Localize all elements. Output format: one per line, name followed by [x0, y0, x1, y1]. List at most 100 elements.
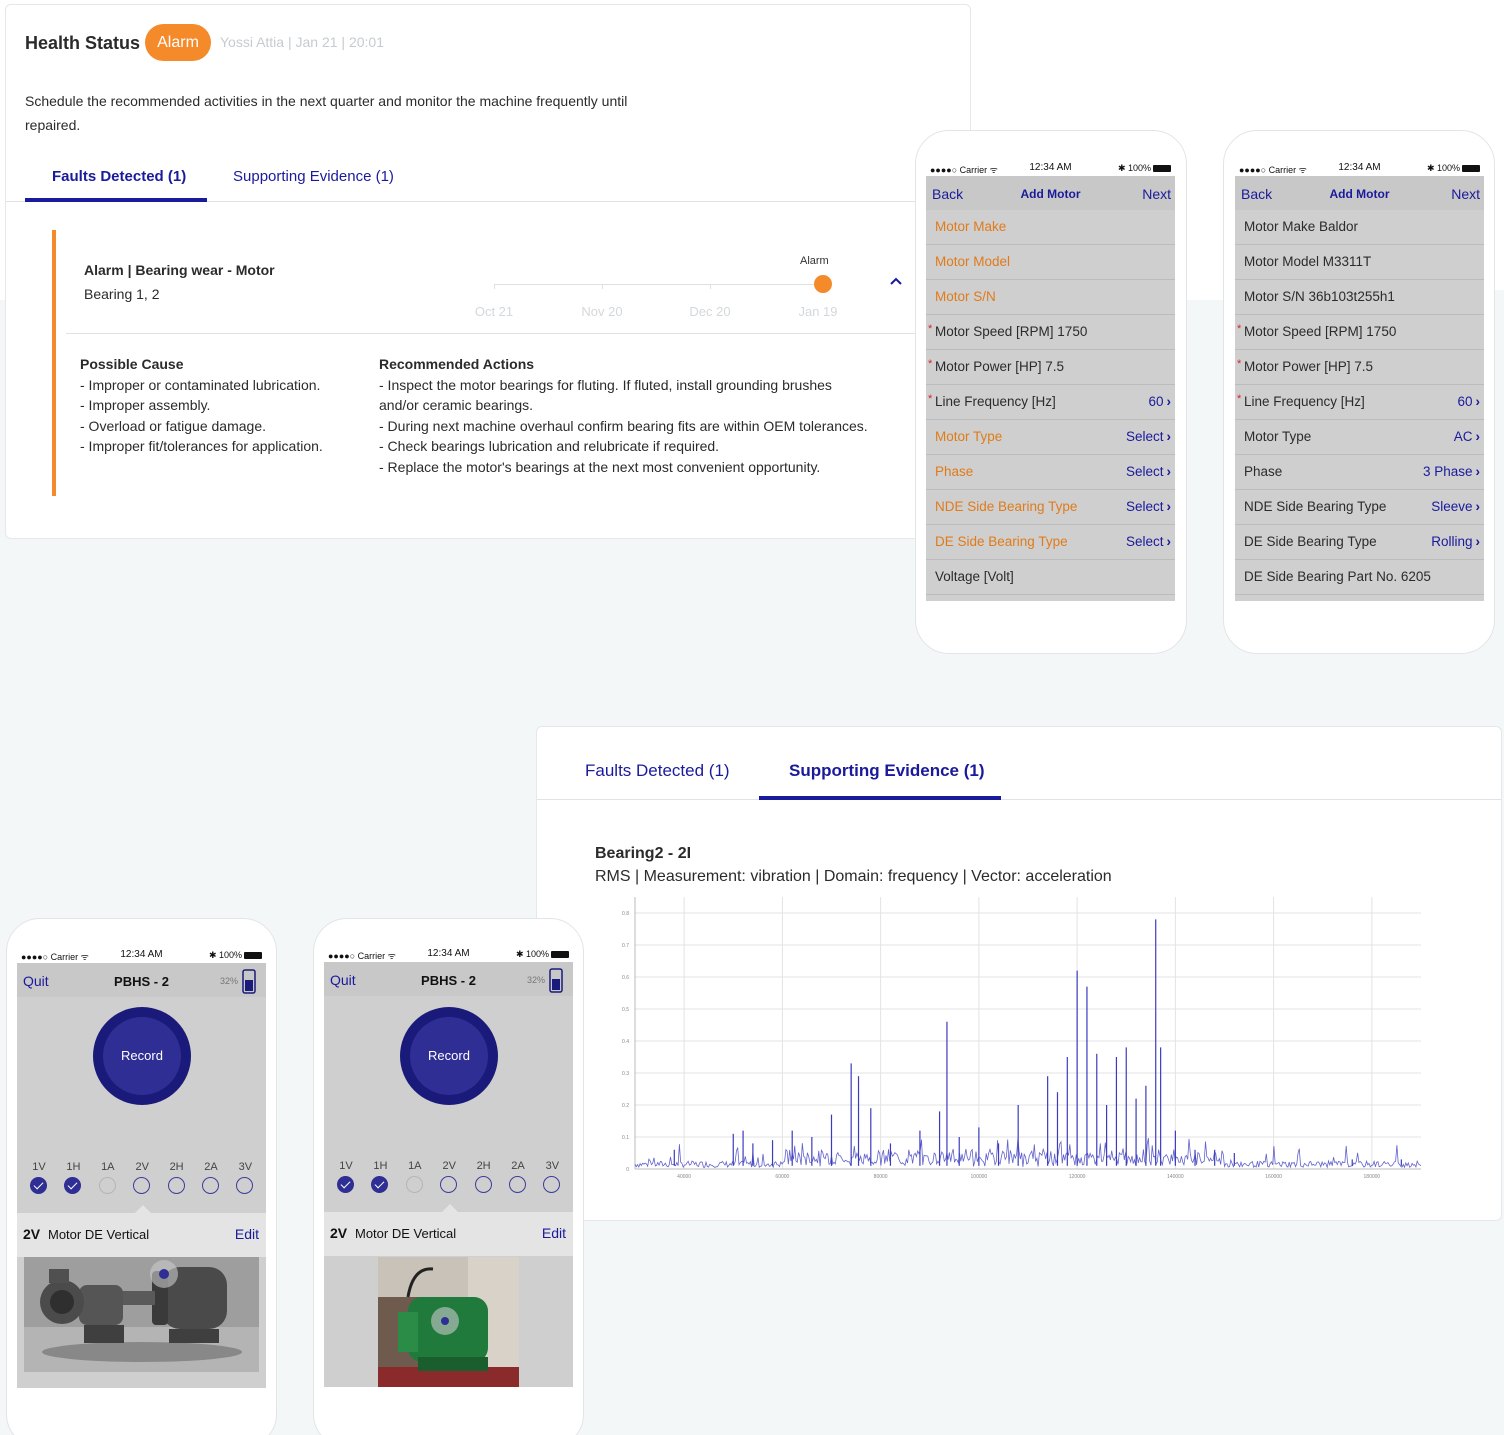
form-row-value[interactable]: Select ›	[1126, 429, 1171, 444]
form-row-value[interactable]: 60 ›	[1457, 394, 1480, 409]
action-item: - Replace the motor's bearings at the ne…	[379, 458, 821, 475]
chart-y-tick: 0.3	[622, 1071, 629, 1077]
form-row[interactable]: Voltage [Volt]	[926, 560, 1175, 595]
chevron-right-icon: ›	[1475, 394, 1481, 409]
form-row[interactable]: Motor Make Baldor	[1235, 210, 1484, 245]
channel-1v-radio[interactable]	[337, 1176, 354, 1193]
chart-x-tick: 60000	[775, 1174, 789, 1180]
health-status-card: Health Status Alarm Yossi Attia | Jan 21…	[5, 4, 971, 539]
form-row-value-text: Select	[1125, 499, 1164, 514]
fault-panel: Alarm | Bearing wear - Motor Bearing 1, …	[52, 230, 970, 496]
form-row-label: NDE Side Bearing Type	[935, 499, 1078, 514]
form-row[interactable]: * Line Frequency [Hz] 60 ›	[1235, 385, 1484, 420]
chart-x-tick: 80000	[874, 1174, 888, 1180]
form-row[interactable]: * Line Frequency [Hz] 60 ›	[926, 385, 1175, 420]
form-row[interactable]: * Motor Speed [RPM] 1750	[1235, 315, 1484, 350]
form-row-value[interactable]: Select ›	[1126, 464, 1171, 479]
required-asterisk-icon: *	[1237, 358, 1242, 370]
status-bar: ●●●●○ Carrier ᯤ 12:34 AM ✱ 100%	[324, 946, 573, 962]
channel-1a-radio[interactable]	[98, 1177, 116, 1194]
form-row-value[interactable]: 60 ›	[1148, 394, 1171, 409]
required-asterisk-icon: *	[928, 358, 933, 370]
channel-3v-radio[interactable]	[543, 1176, 561, 1193]
phone-screen: ●●●●○ Carrier ᯤ 12:34 AM ✱ 100% Quit PBH…	[17, 947, 266, 1388]
phone-screen: ●●●●○ Carrier ᯤ 12:34 AM ✱ 100% Quit PBH…	[324, 946, 573, 1387]
channel-2a-radio[interactable]	[509, 1176, 526, 1193]
channel-pointer	[135, 1205, 151, 1213]
channel-label: 1V	[32, 1161, 46, 1173]
battery-status: ✱ 100%	[1427, 163, 1480, 174]
channel-label: 2V	[135, 1161, 149, 1173]
tab-supporting-evidence[interactable]: Supporting Evidence (1)	[789, 761, 985, 781]
channel-2h-radio[interactable]	[167, 1177, 185, 1194]
cause-item: - Improper or contaminated lubrication.	[80, 376, 321, 393]
cause-item: - Improper fit/tolerances for applicatio…	[80, 438, 323, 455]
form-row[interactable]: Motor S/N	[926, 280, 1175, 315]
timeline-line	[494, 284, 824, 285]
tab-faults-detected[interactable]: Faults Detected (1)	[52, 168, 186, 185]
next-button[interactable]: Next	[1451, 186, 1480, 202]
tab-supporting-evidence[interactable]: Supporting Evidence (1)	[233, 168, 394, 185]
form-row[interactable]: Phase Select ›	[926, 455, 1175, 490]
form-row[interactable]: * Motor Power [HP] 7.5	[1235, 350, 1484, 385]
channel-2h-radio[interactable]	[474, 1176, 492, 1193]
channel-1a-radio[interactable]	[405, 1176, 423, 1193]
form-row[interactable]: Motor Type AC ›	[1235, 420, 1484, 455]
form-row[interactable]: Phase 3 Phase ›	[1235, 455, 1484, 490]
form-row-value[interactable]: Sleeve ›	[1431, 499, 1480, 514]
channel-1h-radio[interactable]	[371, 1176, 389, 1193]
required-asterisk-icon: *	[1237, 393, 1242, 405]
form-row[interactable]: DE Side Bearing Type Select ›	[926, 525, 1175, 560]
form-row-value-text: Select	[1125, 464, 1164, 479]
channel-1v-radio[interactable]	[30, 1177, 47, 1194]
form-row[interactable]: Motor Model	[926, 245, 1175, 280]
supporting-evidence-card: Faults Detected (1) Supporting Evidence …	[536, 726, 1502, 1221]
chevron-right-icon: ›	[1475, 464, 1481, 479]
tab-faults-detected[interactable]: Faults Detected (1)	[585, 761, 730, 781]
next-button[interactable]: Next	[1142, 186, 1171, 202]
form-row-label: Line Frequency [Hz]	[1244, 394, 1365, 409]
timeline-tick	[602, 284, 603, 289]
form-row-value[interactable]: 3 Phase ›	[1423, 464, 1480, 479]
form-row[interactable]: Motor Type Select ›	[926, 420, 1175, 455]
form-row[interactable]: Motor Make	[926, 210, 1175, 245]
chart-x-tick: 160000	[1265, 1174, 1282, 1180]
timeline-alarm-dot[interactable]	[814, 275, 832, 293]
form-row-value[interactable]: Rolling ›	[1431, 534, 1480, 549]
channel-2v-radio[interactable]	[133, 1177, 151, 1194]
channel-label: 1A	[101, 1161, 115, 1173]
chart-y-tick: 0.1	[622, 1135, 629, 1141]
edit-button[interactable]: Edit	[235, 1226, 259, 1242]
form-row-value[interactable]: Select ›	[1126, 499, 1171, 514]
channel-2v-radio[interactable]	[440, 1176, 458, 1193]
record-button[interactable]: Record	[93, 1007, 191, 1105]
form-row[interactable]: * Motor Power [HP] 7.5	[926, 350, 1175, 385]
form-row-value[interactable]: Select ›	[1126, 534, 1171, 549]
battery-status: ✱ 100%	[516, 949, 569, 960]
channel-2a-radio[interactable]	[202, 1177, 219, 1194]
channel-3v-radio[interactable]	[236, 1177, 254, 1194]
nav-bar: Quit PBHS - 2 32%	[324, 962, 573, 996]
form-row[interactable]: Motor S/N 36b103t255h1	[1235, 280, 1484, 315]
battery-icon	[1462, 165, 1480, 173]
spectrum-chart[interactable]: 0 0.1 0.2 0.3 0.4 0.5 0.6 0.7 0.8 40000 60000 80000…	[613, 887, 1433, 1187]
record-button[interactable]: Record	[400, 1007, 498, 1105]
selected-channel-name: Motor DE Vertical	[355, 1226, 457, 1241]
edit-button[interactable]: Edit	[542, 1225, 566, 1241]
form-row-value[interactable]: AC ›	[1454, 429, 1480, 444]
form-row[interactable]: NDE Side Bearing Type Sleeve ›	[1235, 490, 1484, 525]
phone-add-motor-filled: ●●●●○ Carrier ᯤ 12:34 AM ✱ 100% Back Add…	[1223, 130, 1495, 654]
health-status-meta: Yossi Attia | Jan 21 | 20:01	[220, 34, 384, 50]
chart-y-tick: 0.6	[622, 975, 629, 981]
form-row[interactable]: NDE Side Bearing Type Select ›	[926, 490, 1175, 525]
channel-1h-radio[interactable]	[64, 1177, 82, 1194]
channel-label: 1H	[66, 1161, 81, 1173]
form-row-label: Motor Make	[935, 219, 1007, 234]
device-battery-pct: 32%	[526, 975, 545, 985]
form-row[interactable]: Motor Model M3311T	[1235, 245, 1484, 280]
chevron-up-icon[interactable]	[889, 274, 903, 288]
channel-label: 1A	[408, 1160, 422, 1172]
form-row[interactable]: DE Side Bearing Type Rolling ›	[1235, 525, 1484, 560]
form-row[interactable]: DE Side Bearing Part No. 6205	[1235, 560, 1484, 595]
form-row[interactable]: * Motor Speed [RPM] 1750	[926, 315, 1175, 350]
